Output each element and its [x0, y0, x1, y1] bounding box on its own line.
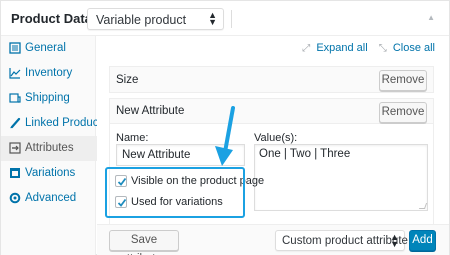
tab-attributes[interactable]: Attributes	[1, 136, 97, 161]
close-all-link[interactable]: Close all	[393, 42, 435, 54]
header-divider	[231, 10, 232, 28]
tab-variations[interactable]: Variations	[1, 161, 96, 186]
add-attribute-button[interactable]: Add	[409, 230, 436, 251]
attribute-values-value: One | Two | Three	[259, 148, 351, 160]
gear-icon	[9, 42, 21, 54]
resize-grip-icon[interactable]	[418, 203, 428, 209]
attribute-header[interactable]: New Attribute Remove	[110, 99, 433, 124]
tab-general[interactable]: General	[1, 36, 96, 61]
product-type-value: Variable product	[96, 13, 187, 27]
select-arrows-icon: ▲ ▼	[390, 232, 399, 249]
settings-icon	[9, 192, 21, 204]
truck-icon	[9, 92, 21, 104]
attribute-size[interactable]: Size Remove	[109, 66, 434, 93]
remove-button[interactable]: Remove	[379, 102, 427, 123]
tab-label: Variations	[25, 167, 76, 179]
product-type-select[interactable]: Variable product ▲ ▼	[87, 8, 224, 30]
tab-label: Inventory	[25, 67, 73, 79]
tab-label: Linked Products	[25, 117, 108, 129]
attributes-toolbar: Save attributes Custom product attribute…	[97, 224, 449, 255]
tab-inventory[interactable]: Inventory	[1, 61, 96, 86]
attribute-values-textarea[interactable]: One | Two | Three	[254, 144, 428, 211]
tab-advanced[interactable]: Advanced	[1, 186, 96, 211]
grid-icon	[9, 167, 21, 179]
attribute-type-value: Custom product attribute	[282, 235, 408, 247]
tab-linked-products[interactable]: Linked Products	[1, 111, 107, 136]
highlight-box	[105, 167, 245, 218]
attribute-name: Size	[116, 74, 139, 86]
annotation-arrow-icon	[215, 106, 235, 166]
attributes-panel: ⤢ Expand all ⤡ Close all Size Remove New…	[97, 36, 449, 255]
remove-button[interactable]: Remove	[379, 70, 427, 91]
link-icon	[9, 117, 21, 129]
select-arrows-icon: ▲ ▼	[208, 10, 217, 27]
tab-label: General	[25, 42, 66, 54]
tab-label: Advanced	[25, 192, 77, 204]
values-label: Value(s):	[254, 132, 298, 144]
save-attributes-button[interactable]: Save attributes	[109, 230, 179, 255]
tab-label: Attributes	[25, 142, 74, 154]
chart-icon	[9, 67, 21, 79]
list-icon	[9, 142, 21, 154]
attribute-name: New Attribute	[116, 105, 185, 117]
product-data-header: Product Data — Variable product ▲ ▼ ▲	[1, 1, 449, 36]
tab-shipping[interactable]: Shipping	[1, 86, 96, 111]
tab-label: Shipping	[25, 92, 70, 104]
name-label: Name:	[116, 132, 149, 144]
product-data-tabs: General Inventory Shipping Linked Produc…	[1, 36, 107, 255]
expand-close-links: ⤢ Expand all ⤡ Close all	[299, 42, 435, 54]
collapse-icon: ⤡	[378, 43, 387, 54]
attribute-type-select[interactable]: Custom product attribute ▲ ▼	[275, 230, 408, 251]
product-data-panel: Product Data — Variable product ▲ ▼ ▲ Gen…	[0, 0, 450, 255]
attribute-name-value: New Attribute	[122, 149, 191, 161]
expand-all-link[interactable]: Expand all	[316, 42, 367, 54]
triangle-up-icon[interactable]: ▲	[427, 13, 435, 22]
expand-icon: ⤢	[302, 43, 311, 54]
